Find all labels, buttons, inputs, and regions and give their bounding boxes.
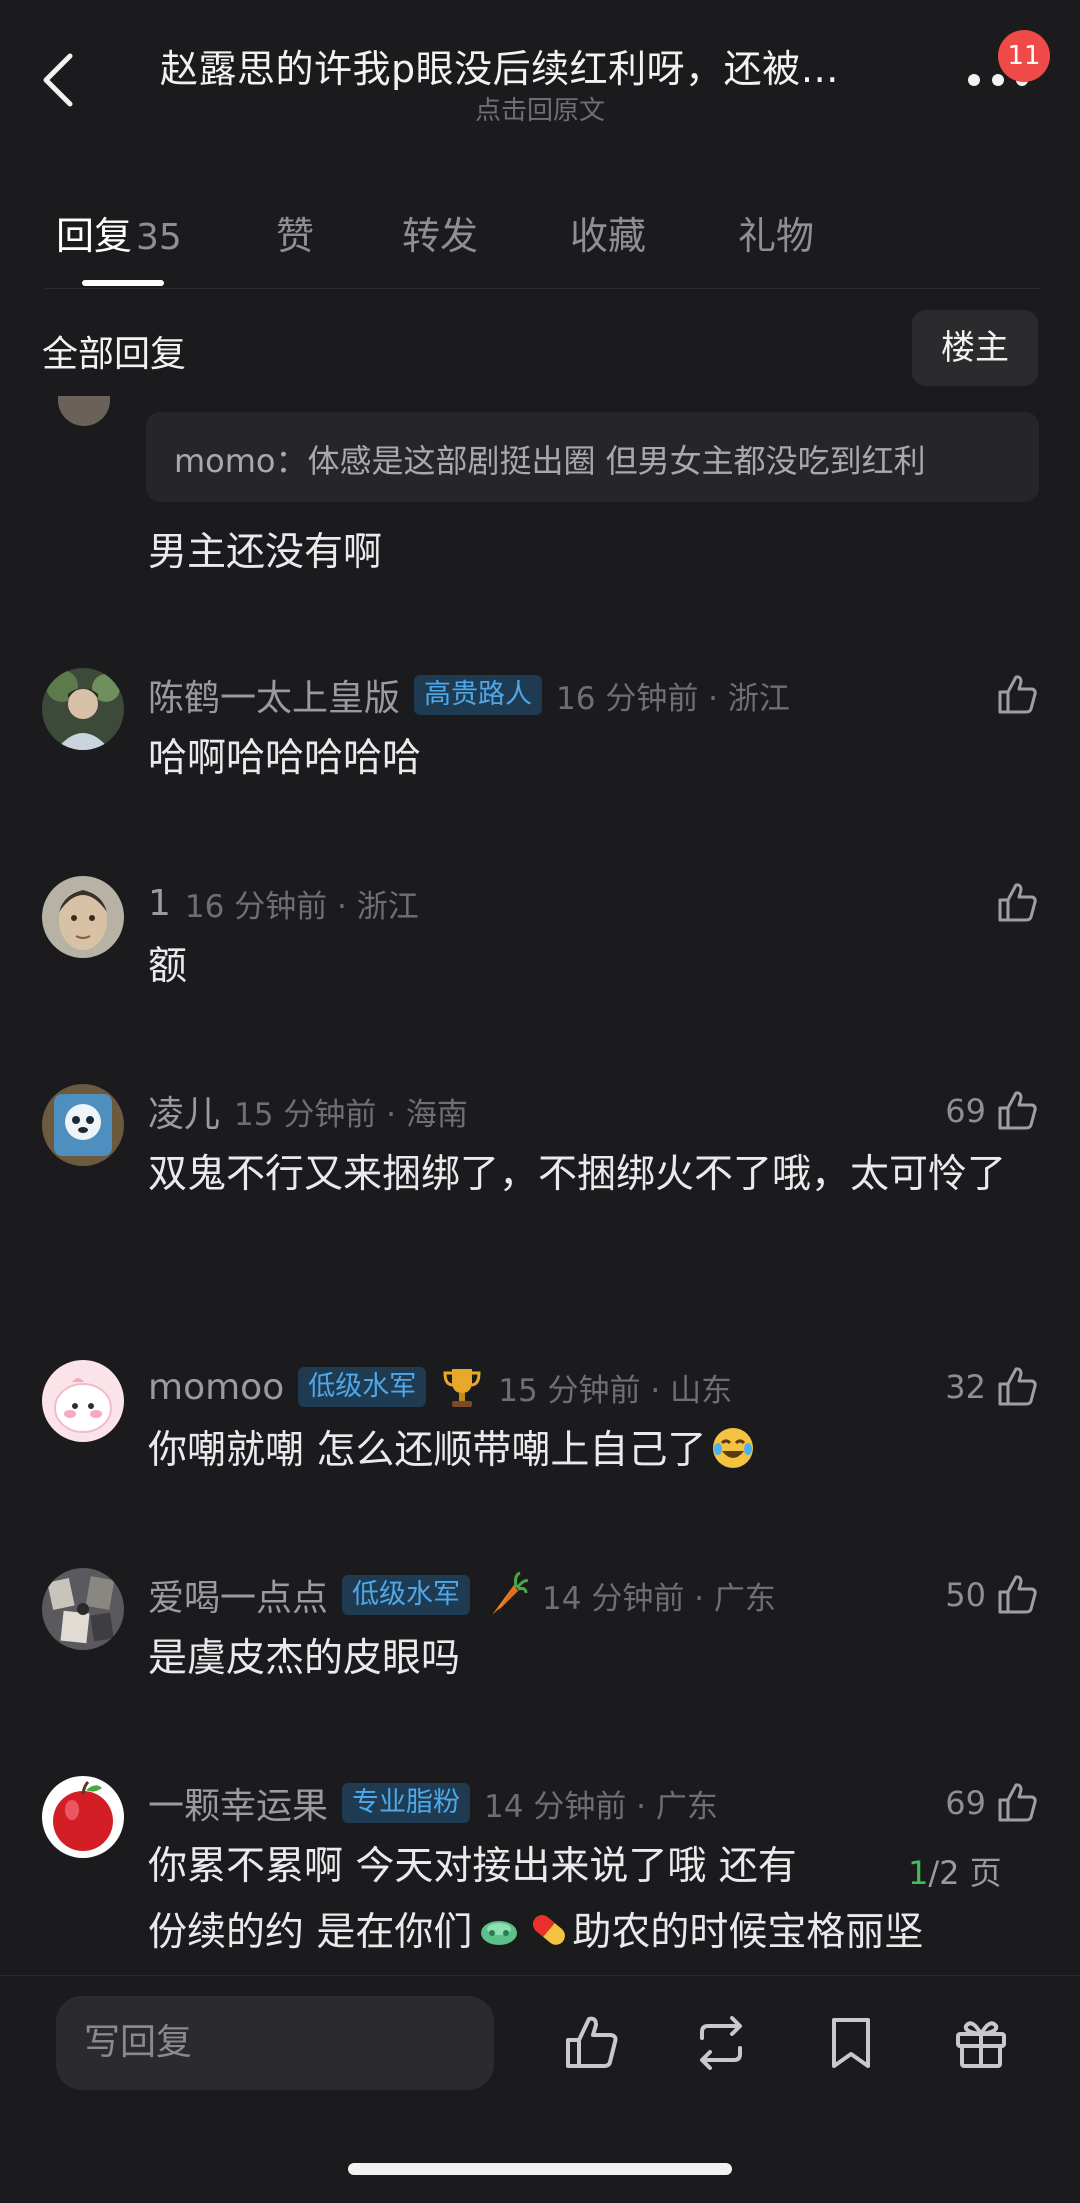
- user-avatar-image: [42, 1084, 124, 1166]
- like-button[interactable]: [986, 878, 1040, 928]
- username[interactable]: 1: [148, 883, 171, 924]
- avatar[interactable]: [42, 1776, 124, 1858]
- like-icon[interactable]: [560, 2012, 622, 2074]
- carrot-icon: [491, 1571, 529, 1616]
- comment-meta: 爱喝一点点 低级水军 14 分钟前 · 广东: [148, 1568, 776, 1622]
- comment-meta: 陈鹤一太上皇版 高贵路人 16 分钟前 · 浙江: [148, 668, 790, 722]
- header: 赵露思的许我p眼没后续红利呀，还被… 点击回原文 11: [0, 0, 1080, 180]
- username[interactable]: 一颗幸运果: [148, 1777, 328, 1829]
- home-indicator: [348, 2163, 732, 2175]
- owner-only-button[interactable]: 楼主: [912, 310, 1038, 386]
- user-tag: 专业脂粉: [342, 1783, 471, 1823]
- like-button[interactable]: 32: [945, 1362, 1040, 1412]
- thumbs-up-icon: [998, 675, 1037, 714]
- username[interactable]: momoo: [148, 1367, 284, 1408]
- comment-text: 是虞皮杰的皮眼吗: [148, 1636, 461, 1681]
- tab-favorites[interactable]: 收藏: [570, 205, 646, 260]
- page-indicator[interactable]: 1/2 页: [908, 1848, 1002, 1894]
- thumbs-up-icon: [998, 1367, 1037, 1406]
- comment-text-content: 你嘲就嘲 怎么还顺带嘲上自己了: [148, 1428, 707, 1473]
- username[interactable]: 陈鹤一太上皇版: [148, 669, 400, 721]
- bottom-action-bar: 写回复: [0, 1975, 1080, 2203]
- comment-text: 你嘲就嘲 怎么还顺带嘲上自己了: [148, 1418, 1028, 1484]
- user-tag: 高贵路人: [414, 675, 543, 715]
- avatar[interactable]: [42, 876, 124, 958]
- gift-icon[interactable]: [950, 2012, 1012, 2074]
- avatar[interactable]: [42, 1084, 124, 1166]
- user-tag: 低级水军: [342, 1575, 471, 1615]
- like-count: 32: [945, 1368, 986, 1406]
- total-pages: /2 页: [928, 1854, 1002, 1892]
- current-page: 1: [908, 1854, 929, 1892]
- comment-meta: 1 16 分钟前 · 浙江: [148, 876, 419, 930]
- quoted-text: momo：体感是这部剧挺出圈 但男女主都没吃到红利: [174, 442, 926, 480]
- comment-meta: 凌儿 15 分钟前 · 海南: [148, 1084, 468, 1138]
- timestamp: 16 分钟前 · 浙江: [184, 888, 419, 925]
- like-button[interactable]: 69: [945, 1778, 1040, 1828]
- like-button[interactable]: 69: [945, 1086, 1040, 1136]
- thumbs-up-icon: [998, 1091, 1037, 1130]
- comment-text-line: 你累不累啊 今天对接出来说了哦 还有: [148, 1844, 797, 1889]
- comment-meta: 一颗幸运果 专业脂粉 14 分钟前 · 广东: [148, 1776, 718, 1830]
- comment-text: 你累不累啊 今天对接出来说了哦 还有 份续的约 是在你们 助农的时候宝格丽坚: [148, 1834, 1028, 1966]
- repost-icon[interactable]: [690, 2012, 752, 2074]
- tab-bar: 回复 35 赞 转发 收藏 礼物: [0, 190, 1080, 290]
- comment-text-line: 份续的约 是在你们 助农的时候宝格丽坚: [148, 1900, 1028, 1966]
- user-avatar-image: [42, 668, 124, 750]
- comment-text-segment: 份续的约 是在你们: [148, 1910, 473, 1955]
- thumbs-up-icon: [998, 883, 1037, 922]
- user-avatar-image: [42, 1360, 124, 1442]
- thumbs-up-icon: [998, 1783, 1037, 1822]
- tab-replies[interactable]: 回复 35: [56, 205, 182, 260]
- comment-text: 哈啊哈哈哈哈哈: [148, 736, 422, 781]
- timestamp: 14 分钟前 · 广东: [484, 1788, 718, 1825]
- comment-text: 男主还没有啊: [148, 530, 383, 575]
- pill-emoji: [533, 1915, 566, 1945]
- bookmark-icon[interactable]: [820, 2012, 882, 2074]
- avatar[interactable]: [42, 668, 124, 750]
- avatar[interactable]: [42, 1568, 124, 1650]
- like-button[interactable]: [986, 670, 1040, 720]
- active-tab-indicator: [82, 280, 164, 286]
- page-title[interactable]: 赵露思的许我p眼没后续红利呀，还被…: [160, 38, 920, 93]
- comment-text: 额: [148, 944, 188, 989]
- like-button[interactable]: 50: [945, 1570, 1040, 1620]
- tab-count: 35: [136, 217, 182, 258]
- username[interactable]: 爱喝一点点: [148, 1569, 328, 1621]
- like-count: 50: [945, 1576, 986, 1614]
- quoted-reply[interactable]: momo：体感是这部剧挺出圈 但男女主都没吃到红利: [146, 412, 1039, 502]
- avatar[interactable]: [58, 396, 110, 426]
- tab-label: 回复: [56, 214, 133, 258]
- vegetable-emoji: [481, 1921, 518, 1945]
- divider: [45, 288, 1039, 289]
- tab-gifts[interactable]: 礼物: [738, 205, 814, 260]
- like-count: 69: [945, 1784, 986, 1822]
- timestamp: 15 分钟前 · 海南: [234, 1096, 468, 1133]
- laughing-crying-emoji: [713, 1428, 754, 1468]
- notification-badge[interactable]: 11: [998, 30, 1050, 82]
- user-tag: 低级水军: [298, 1367, 427, 1407]
- reply-input[interactable]: 写回复: [56, 1996, 494, 2090]
- tab-likes[interactable]: 赞: [276, 205, 314, 260]
- avatar[interactable]: [42, 1360, 124, 1442]
- timestamp: 15 分钟前 · 山东: [498, 1372, 733, 1409]
- section-title: 全部回复: [42, 334, 187, 375]
- username[interactable]: 凌儿: [148, 1085, 220, 1137]
- comment-text-segment: 助农的时候宝格丽坚: [572, 1910, 924, 1955]
- back-to-original-link[interactable]: 点击回原文: [0, 90, 1080, 127]
- user-avatar-image: [42, 1776, 124, 1858]
- like-count: 69: [945, 1092, 986, 1130]
- trophy-icon: [443, 1369, 481, 1407]
- user-avatar-image: [42, 876, 124, 958]
- comment-meta: momoo 低级水军 15 分钟前 · 山东: [148, 1360, 732, 1414]
- comment-text: 双鬼不行又来捆绑了，不捆绑火不了哦，太可怜了: [148, 1152, 1007, 1197]
- tab-reposts[interactable]: 转发: [402, 205, 478, 260]
- timestamp: 16 分钟前 · 浙江: [556, 680, 790, 717]
- thumbs-up-icon: [998, 1575, 1037, 1614]
- user-avatar-image: [42, 1568, 124, 1650]
- timestamp: 14 分钟前 · 广东: [542, 1580, 776, 1617]
